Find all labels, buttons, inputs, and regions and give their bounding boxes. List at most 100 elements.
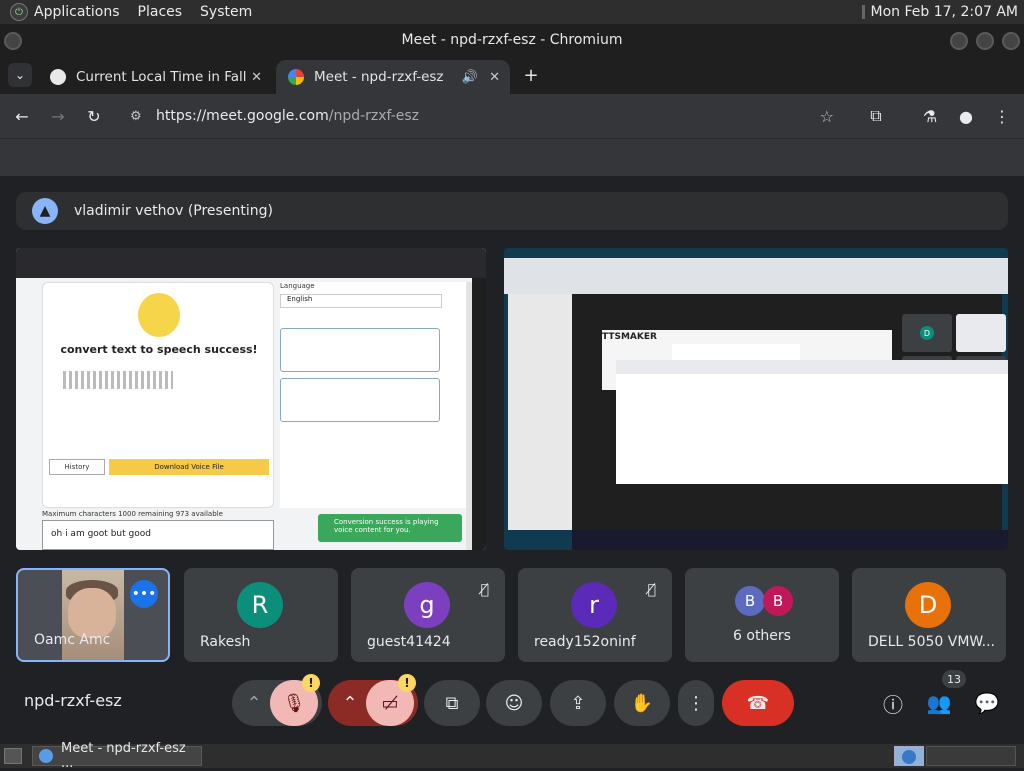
present-screen-button[interactable]: ⇪ <box>550 680 606 726</box>
participant-avatar: r <box>571 582 617 628</box>
shared-screen-secondary[interactable]: TTSMAKER Verify you're human for the fir… <box>504 248 1008 550</box>
presenter-avatar-icon: ▲ <box>32 198 58 224</box>
bottom-taskbar: Meet - npd-rzxf-esz ... <box>0 741 1024 771</box>
mic-off-button[interactable]: 🎙 ! <box>270 674 320 726</box>
captions-button[interactable]: ⧉ <box>424 680 480 726</box>
minimize-button[interactable] <box>950 32 968 50</box>
back-arrow-icon[interactable]: ← <box>10 104 34 128</box>
workspace-2[interactable] <box>926 746 1016 766</box>
close-tab-icon[interactable]: ✕ <box>489 70 500 85</box>
window-title: Meet - npd-rzxf-esz - Chromium <box>401 32 623 48</box>
chat-icon[interactable]: 💬 <box>974 690 1000 716</box>
participant-name: 6 others <box>733 628 791 644</box>
people-icon[interactable]: 👥 <box>926 690 952 716</box>
close-window-button[interactable] <box>1002 32 1020 50</box>
chromium-icon <box>902 750 916 764</box>
applications-menu[interactable]: Applications <box>34 4 120 20</box>
show-desktop-button[interactable] <box>4 748 22 764</box>
chrome-menu-kebab-icon[interactable]: ⋮ <box>990 104 1014 128</box>
tab-search-chevron-icon[interactable]: ⌄ <box>8 63 32 87</box>
clock[interactable]: Mon Feb 17, 2:07 AM <box>871 4 1018 20</box>
places-menu[interactable]: Places <box>138 4 183 20</box>
participant-tile[interactable]: D DELL 5050 VMW... <box>852 568 1006 662</box>
camera-feed-face <box>68 588 116 638</box>
video-settings-chevron-icon[interactable]: ⌃ <box>330 680 370 726</box>
tab-fall-river-time[interactable]: Current Local Time in Fall River ✕ <box>38 60 272 94</box>
system-menu[interactable]: System <box>200 4 252 20</box>
top-panel: ⏻ Applications Places System Mon Feb 17,… <box>0 0 1024 24</box>
voice-card <box>280 328 440 372</box>
participant-avatar: D <box>905 582 951 628</box>
shared-screen-main[interactable]: convert text to speech success! History … <box>16 248 486 550</box>
taskbar-window-button[interactable]: Meet - npd-rzxf-esz ... <box>32 741 202 771</box>
tts-result-panel: convert text to speech success! History … <box>42 282 274 508</box>
mic-off-icon: 🎙̸ <box>647 582 656 598</box>
panel-separator <box>861 5 865 19</box>
participant-tile[interactable]: g 🎙̸ guest41424 <box>351 568 505 662</box>
emoji-reaction-button[interactable]: ☺ <box>486 680 542 726</box>
audio-playing-icon[interactable]: 🔊 <box>462 70 478 85</box>
participant-name: DELL 5050 VMW... <box>868 634 995 650</box>
more-options-dots-icon[interactable]: ••• <box>130 580 158 608</box>
participant-avatar: B <box>735 586 765 616</box>
site-info-tune-icon[interactable]: ⚙ <box>130 109 142 124</box>
camera-off-button[interactable]: ▭̸ ! <box>366 674 416 726</box>
warning-icon: ! <box>302 674 320 692</box>
chromium-icon <box>39 749 53 763</box>
gnome-foot-icon[interactable]: ⏻ <box>10 3 28 21</box>
tab-meet[interactable]: Meet - npd-rzxf-esz 🔊 ✕ <box>276 60 510 94</box>
taskbar-window-label: Meet - npd-rzxf-esz ... <box>61 741 186 771</box>
extensions-puzzle-icon[interactable]: ⧉ <box>864 104 888 128</box>
audio-waveform <box>63 371 173 389</box>
meet-stage: ▲ vladimir vethov (Presenting) convert t… <box>0 176 1024 744</box>
forward-arrow-icon[interactable]: → <box>46 104 70 128</box>
language-select: English <box>280 294 442 308</box>
participant-name: Rakesh <box>200 634 251 650</box>
participant-count-badge: 13 <box>942 670 966 688</box>
maximize-button[interactable] <box>976 32 994 50</box>
labs-flask-icon[interactable]: ⚗ <box>918 104 942 128</box>
meeting-info-icon[interactable]: ⓘ <box>880 690 906 717</box>
browser-toolbar: ← → ↻ ⚙ https://meet.google.com/npd-rzxf… <box>0 94 1024 138</box>
chrome-favicon-icon <box>288 69 304 85</box>
presenting-bar: ▲ vladimir vethov (Presenting) <box>16 192 1008 230</box>
voice-card <box>280 378 440 422</box>
close-tab-icon[interactable]: ✕ <box>251 70 262 85</box>
nested-avatar: D <box>920 326 934 340</box>
participant-avatar: g <box>404 582 450 628</box>
nested-browser-chrome <box>504 258 1008 294</box>
download-voice-button: Download Voice File <box>109 459 269 475</box>
participant-tile[interactable]: r 🎙̸ ready152oninf <box>518 568 672 662</box>
profile-avatar-icon[interactable]: ● <box>954 104 978 128</box>
new-tab-plus-icon[interactable]: + <box>520 64 542 86</box>
ttsmaker-logo: TTSMAKER <box>602 332 657 342</box>
nested-desktop-window <box>508 294 572 530</box>
language-label: Language <box>280 282 315 290</box>
leave-call-button[interactable]: ☎ <box>722 680 794 726</box>
bookmark-star-icon[interactable]: ☆ <box>820 107 834 126</box>
success-toast: Conversion success is playing voice cont… <box>318 514 462 542</box>
tts-settings-panel: Language English <box>280 282 466 508</box>
participant-name: ready152oninf <box>534 634 636 650</box>
shared-browser-chrome <box>16 248 486 278</box>
address-bar[interactable]: ⚙ https://meet.google.com/npd-rzxf-esz ☆ <box>120 100 850 132</box>
nested-taskbar <box>572 530 1008 550</box>
window-titlebar: Meet - npd-rzxf-esz - Chromium <box>0 24 1024 56</box>
raise-hand-button[interactable]: ✋ <box>614 680 670 726</box>
window-menu-button[interactable] <box>4 32 22 50</box>
history-button: History <box>49 459 105 475</box>
participant-tile-others[interactable]: B B 6 others <box>685 568 839 662</box>
more-options-kebab-icon[interactable]: ⋮ <box>678 680 714 726</box>
nested-tile <box>956 314 1006 352</box>
participant-tile[interactable]: R Rakesh <box>184 568 338 662</box>
others-avatars: B B <box>731 586 795 616</box>
participant-avatar: B <box>763 586 793 616</box>
info-bar-area <box>0 138 1024 176</box>
participant-name: guest41424 <box>367 634 451 650</box>
shared-side-dock <box>472 278 486 550</box>
workspace-1[interactable] <box>894 746 924 766</box>
participant-tile-self[interactable]: ••• Oamc Amc <box>16 568 170 662</box>
success-headline: convert text to speech success! <box>60 343 258 356</box>
url-text: https://meet.google.com/npd-rzxf-esz <box>156 108 420 124</box>
reload-icon[interactable]: ↻ <box>82 104 106 128</box>
